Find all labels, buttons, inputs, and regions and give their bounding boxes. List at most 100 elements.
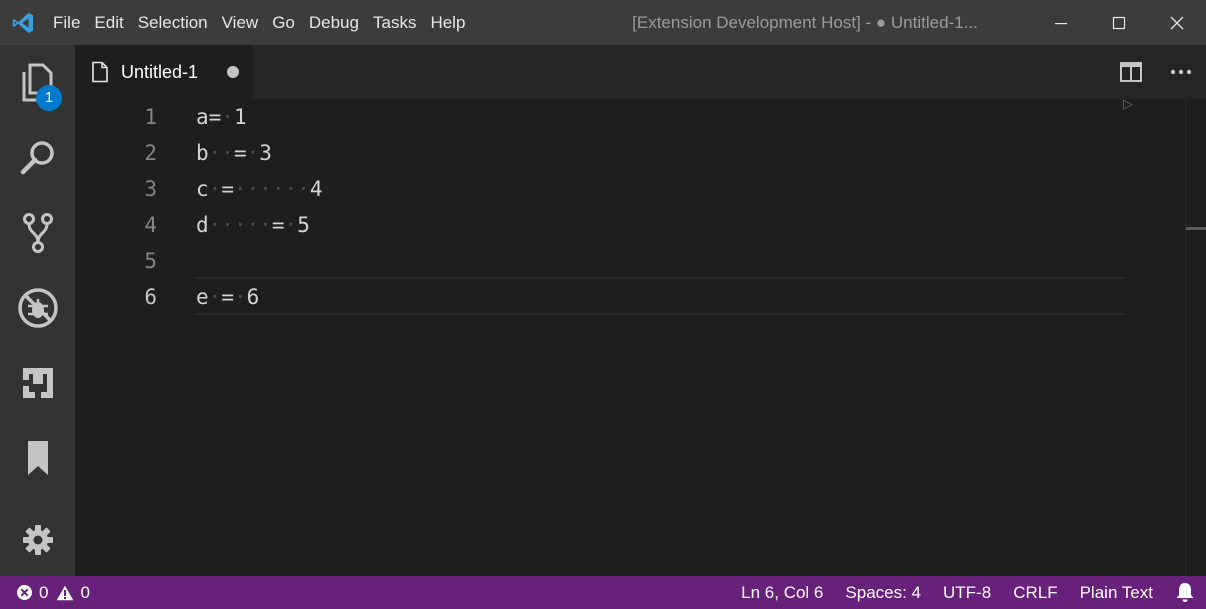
menu-view[interactable]: View [215, 0, 266, 45]
bell-icon [1176, 583, 1194, 602]
bookmark-icon [27, 440, 48, 475]
explorer-badge: 1 [36, 85, 62, 111]
minimize-icon [1055, 22, 1067, 24]
menu-debug[interactable]: Debug [302, 0, 366, 45]
notifications-button[interactable] [1164, 582, 1206, 603]
menu-tasks[interactable]: Tasks [366, 0, 423, 45]
minimize-button[interactable] [1032, 0, 1090, 45]
code-token: 5 [297, 213, 310, 237]
line-number: 3 [144, 177, 157, 201]
tab-label: Untitled-1 [121, 61, 199, 82]
code-token: e [196, 285, 209, 309]
menu-file[interactable]: File [45, 0, 87, 45]
tab-bar: Untitled-1 [75, 45, 1206, 99]
line-number: 4 [144, 213, 157, 237]
status-right: Ln 6, Col 6 Spaces: 4 UTF-8 CRLF Plain T… [730, 576, 1206, 609]
whitespace-marker: · [208, 177, 222, 201]
more-actions-icon [1170, 69, 1192, 75]
code-token: 4 [309, 177, 323, 201]
warning-count: 0 [80, 582, 90, 602]
window-title: [Extension Development Host] - ● Untitle… [632, 12, 978, 32]
warning-icon [57, 585, 74, 600]
whitespace-marker: ····· [208, 213, 272, 237]
source-control-button[interactable] [0, 195, 75, 270]
code-token: b [196, 141, 209, 165]
editor-line[interactable]: 2 b··=·3 [75, 135, 1125, 171]
line-code: e·=·6 [196, 279, 259, 315]
whitespace-marker: · [208, 285, 222, 309]
code-token: = [221, 177, 234, 201]
code-token: a= [196, 105, 222, 129]
whitespace-marker: ·· [208, 141, 234, 165]
close-window-button[interactable] [1148, 0, 1206, 45]
whitespace-marker: · [221, 105, 234, 129]
file-icon [92, 61, 108, 83]
cursor-position[interactable]: Ln 6, Col 6 [730, 576, 834, 609]
menu-go[interactable]: Go [265, 0, 302, 45]
unsaved-dot-icon[interactable] [227, 66, 239, 78]
whitespace-marker: ······ [233, 177, 310, 201]
title-bar: File Edit Selection View Go Debug Tasks … [0, 0, 1206, 45]
maximize-button[interactable] [1090, 0, 1148, 45]
split-editor-icon [1120, 62, 1142, 82]
editor[interactable]: ▷ 1 a=·1 2 b··=·3 3 c·=······4 4 d·····=·5 5 6 e·=… [75, 96, 1206, 576]
language-mode[interactable]: Plain Text [1069, 576, 1164, 609]
bookmarks-button[interactable] [0, 420, 75, 495]
activity-bar: 1 [0, 45, 75, 576]
tab-untitled-1[interactable]: Untitled-1 [75, 45, 253, 99]
menu-selection[interactable]: Selection [131, 0, 215, 45]
line-number: 6 [144, 285, 157, 309]
editor-line[interactable]: 4 d·····=·5 [75, 207, 1125, 243]
line-number: 5 [144, 249, 157, 273]
line-code: c·=······4 [196, 171, 322, 207]
more-actions-button[interactable] [1156, 45, 1206, 99]
line-code: a=·1 [196, 99, 247, 135]
code-token: = [233, 141, 247, 165]
code-token: 1 [233, 105, 247, 129]
vscode-logo-icon [0, 0, 45, 45]
close-icon [1170, 16, 1184, 29]
window-controls [1032, 0, 1206, 45]
line-code: b··=·3 [196, 135, 272, 171]
search-icon [20, 140, 54, 174]
search-view-button[interactable] [0, 120, 75, 195]
code-token: 6 [246, 285, 260, 309]
status-bar: 0 0 Ln 6, Col 6 Spaces: 4 UTF-8 CRLF Pla… [0, 576, 1206, 609]
code-token: c [196, 177, 209, 201]
menu-edit[interactable]: Edit [87, 0, 130, 45]
explorer-button[interactable]: 1 [0, 45, 75, 120]
extensions-icon [22, 367, 53, 398]
line-code: d·····=·5 [196, 207, 310, 243]
editor-actions [1106, 45, 1206, 99]
vertical-scrollbar[interactable] [1185, 99, 1186, 576]
scrollbar-cursor-marker [1186, 227, 1206, 230]
editor-line[interactable]: 6 e·=·6 [75, 279, 1125, 315]
debug-icon [17, 287, 58, 328]
source-control-icon [22, 212, 53, 253]
editor-line[interactable]: 1 a=·1 [75, 99, 1125, 135]
debug-view-button[interactable] [0, 270, 75, 345]
line-number: 1 [144, 105, 157, 129]
gear-icon [22, 524, 53, 555]
code-token: d [196, 213, 209, 237]
eol-setting[interactable]: CRLF [1002, 576, 1068, 609]
error-icon [17, 585, 32, 600]
whitespace-marker: · [246, 141, 260, 165]
maximize-icon [1112, 16, 1126, 29]
menu-bar: File Edit Selection View Go Debug Tasks … [45, 0, 472, 45]
line-number: 2 [144, 141, 157, 165]
indentation-setting[interactable]: Spaces: 4 [834, 576, 932, 609]
editor-line[interactable]: 5 [75, 243, 1125, 279]
error-count: 0 [39, 582, 49, 602]
split-editor-button[interactable] [1106, 45, 1156, 99]
extensions-button[interactable] [0, 345, 75, 420]
menu-help[interactable]: Help [423, 0, 472, 45]
code-token: 3 [259, 141, 272, 165]
encoding-setting[interactable]: UTF-8 [932, 576, 1002, 609]
code-token: = [271, 213, 285, 237]
code-token: = [221, 285, 234, 309]
whitespace-marker: · [233, 285, 247, 309]
editor-line[interactable]: 3 c·=······4 [75, 171, 1125, 207]
manage-button[interactable] [0, 502, 75, 577]
problems-indicator[interactable]: 0 0 [16, 576, 98, 609]
